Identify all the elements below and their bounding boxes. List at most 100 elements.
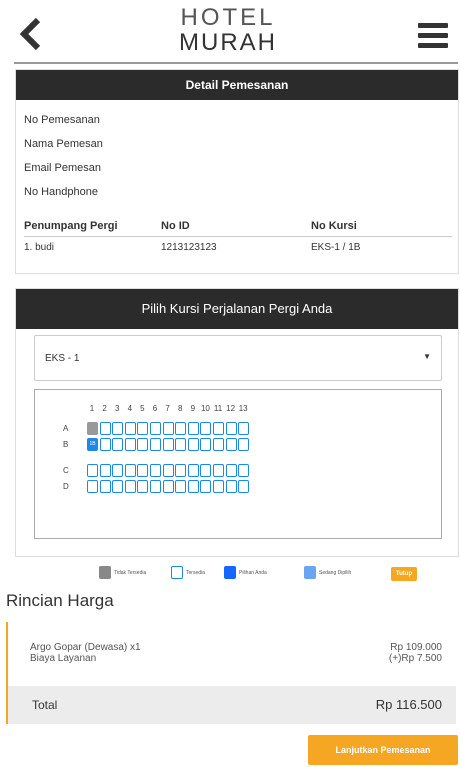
seat-a7[interactable] bbox=[162, 422, 174, 435]
seat-column-12: 12 bbox=[226, 404, 236, 413]
passenger-id: 1213123123 bbox=[161, 242, 217, 253]
seat-c2[interactable] bbox=[99, 464, 111, 477]
seat-a3[interactable] bbox=[112, 422, 124, 435]
seat-selection-title: Pilih Kursi Perjalanan Pergi Anda bbox=[16, 289, 458, 329]
seat-column-1: 1 bbox=[89, 404, 95, 413]
unavailable-swatch bbox=[99, 566, 111, 579]
fare-item-price: Rp 109.000 bbox=[390, 642, 442, 653]
legend-picking: Sedang Dipilih bbox=[304, 566, 351, 580]
seat-c5[interactable] bbox=[137, 464, 149, 477]
booking-detail-card: Detail Pemesanan No Pemesanan Nama Pemes… bbox=[15, 69, 459, 274]
price-details-title: Rincian Harga bbox=[6, 591, 114, 610]
logo[interactable]: HOTEL MURAH bbox=[168, 6, 288, 56]
yours-swatch bbox=[224, 566, 236, 579]
passenger-name: 1. budi bbox=[24, 242, 55, 253]
seat-a10[interactable] bbox=[200, 422, 212, 435]
back-arrow-icon[interactable] bbox=[14, 14, 46, 54]
seat-c8[interactable] bbox=[175, 464, 187, 477]
seat-d12[interactable] bbox=[225, 480, 237, 493]
seat-b11[interactable] bbox=[213, 438, 224, 451]
car-select-value: EKS - 1 bbox=[45, 353, 80, 364]
seat-a1[interactable] bbox=[87, 422, 98, 435]
seat-c13[interactable] bbox=[238, 464, 250, 477]
total-value: Rp 116.500 bbox=[375, 697, 442, 712]
service-fee-price: (+)Rp 7.500 bbox=[388, 653, 442, 664]
seat-c11[interactable] bbox=[213, 464, 224, 477]
continue-booking-button[interactable]: Lanjutkan Pemesanan bbox=[308, 735, 458, 765]
car-select[interactable]: EKS - 1 ▼ bbox=[34, 335, 442, 381]
seat-d5[interactable] bbox=[137, 480, 149, 493]
seat-b1[interactable]: 1B bbox=[87, 438, 98, 451]
app-header: HOTEL MURAH bbox=[0, 0, 460, 60]
seat-a2[interactable] bbox=[99, 422, 111, 435]
seat-a5[interactable] bbox=[137, 422, 149, 435]
seat-c3[interactable] bbox=[112, 464, 124, 477]
seat-row-label-b: B bbox=[63, 440, 69, 449]
seat-column-13: 13 bbox=[238, 404, 248, 413]
total-bar: Total Rp 116.500 bbox=[6, 686, 456, 724]
seat-c9[interactable] bbox=[187, 464, 199, 477]
seat-a6[interactable] bbox=[150, 422, 161, 435]
seat-c7[interactable] bbox=[162, 464, 174, 477]
seat-d8[interactable] bbox=[175, 480, 187, 493]
booker-name-label: Nama Pemesan bbox=[24, 138, 103, 150]
seat-a12[interactable] bbox=[225, 422, 237, 435]
available-swatch bbox=[171, 566, 183, 579]
legend-yours: Pilihan Anda bbox=[224, 566, 267, 580]
legend-picking-label: Sedang Dipilih bbox=[319, 569, 352, 576]
seat-b6[interactable] bbox=[150, 438, 161, 451]
seat-b13[interactable] bbox=[238, 438, 250, 451]
seat-legend: Tidak Tersedia Tersedia Pilihan Anda Sed… bbox=[15, 556, 459, 588]
seat-map: 1 2 3 4 5 6 7 8 9 10 11 12 13 A B 1B C D bbox=[34, 389, 442, 539]
picking-swatch bbox=[304, 566, 316, 579]
seat-column-8: 8 bbox=[177, 404, 183, 413]
seat-column-4: 4 bbox=[127, 404, 133, 413]
seat-d7[interactable] bbox=[162, 480, 174, 493]
seat-a9[interactable] bbox=[187, 422, 199, 435]
col-seat: No Kursi bbox=[311, 220, 357, 232]
seat-b7[interactable] bbox=[162, 438, 174, 451]
seat-b5[interactable] bbox=[137, 438, 149, 451]
seat-d13[interactable] bbox=[238, 480, 250, 493]
logo-line2: MURAH bbox=[179, 29, 277, 56]
seat-d1[interactable] bbox=[87, 480, 98, 493]
hamburger-menu-icon[interactable] bbox=[418, 23, 448, 49]
seat-d11[interactable] bbox=[213, 480, 224, 493]
seat-column-7: 7 bbox=[165, 404, 170, 413]
seat-b4[interactable] bbox=[124, 438, 136, 451]
seat-d10[interactable] bbox=[200, 480, 212, 493]
col-passenger: Penumpang Pergi bbox=[24, 220, 118, 232]
seat-column-9: 9 bbox=[190, 404, 196, 413]
seat-d4[interactable] bbox=[124, 480, 136, 493]
seat-b3[interactable] bbox=[112, 438, 124, 451]
seat-c1[interactable] bbox=[87, 464, 98, 477]
legend-unavailable: Tidak Tersedia bbox=[99, 566, 146, 580]
seat-c6[interactable] bbox=[150, 464, 161, 477]
seat-a11[interactable] bbox=[213, 422, 224, 435]
seat-d9[interactable] bbox=[187, 480, 199, 493]
close-legend-button[interactable]: Tutup bbox=[391, 567, 417, 581]
header-divider bbox=[14, 62, 458, 64]
seat-d3[interactable] bbox=[112, 480, 124, 493]
seat-c12[interactable] bbox=[225, 464, 237, 477]
dropdown-arrow-icon: ▼ bbox=[423, 352, 431, 361]
booker-email-label: Email Pemesan bbox=[24, 162, 102, 174]
seat-b12[interactable] bbox=[225, 438, 237, 451]
seat-b9[interactable] bbox=[187, 438, 199, 451]
seat-c10[interactable] bbox=[200, 464, 212, 477]
seat-b10[interactable] bbox=[200, 438, 212, 451]
seat-b2[interactable] bbox=[99, 438, 111, 451]
seat-a4[interactable] bbox=[124, 422, 136, 435]
total-label: Total bbox=[32, 698, 58, 712]
seat-c4[interactable] bbox=[124, 464, 136, 477]
col-id: No ID bbox=[161, 220, 190, 232]
table-divider bbox=[24, 236, 452, 237]
seat-d6[interactable] bbox=[150, 480, 161, 493]
service-fee-label: Biaya Layanan bbox=[30, 653, 97, 664]
seat-d2[interactable] bbox=[99, 480, 111, 493]
seat-a8[interactable] bbox=[175, 422, 187, 435]
seat-column-3: 3 bbox=[114, 404, 120, 413]
seat-b8[interactable] bbox=[175, 438, 187, 451]
seat-row-label-a: A bbox=[63, 424, 69, 433]
seat-a13[interactable] bbox=[238, 422, 250, 435]
